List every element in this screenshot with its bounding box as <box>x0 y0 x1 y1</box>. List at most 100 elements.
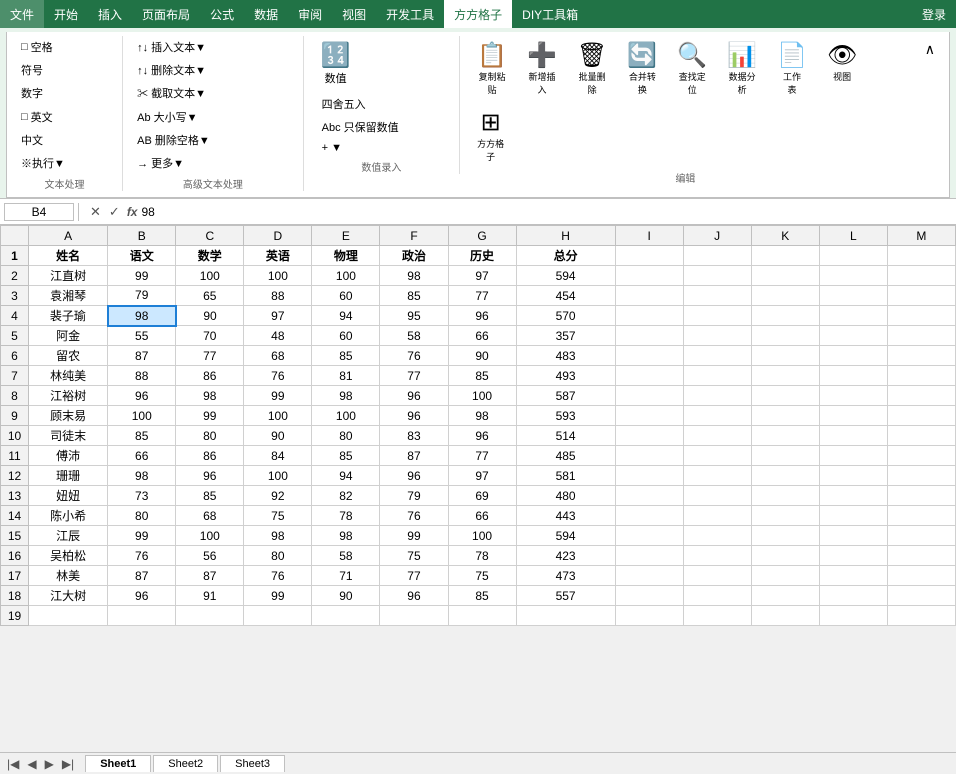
table-cell[interactable] <box>887 566 955 586</box>
table-cell[interactable]: 陈小希 <box>29 506 108 526</box>
table-cell[interactable]: 80 <box>108 506 176 526</box>
table-cell[interactable]: 85 <box>312 346 380 366</box>
table-cell[interactable]: 66 <box>448 506 516 526</box>
table-cell[interactable]: 97 <box>448 466 516 486</box>
col-header-K[interactable]: K <box>751 226 819 246</box>
btn-number-text[interactable]: 数字 <box>15 82 59 104</box>
table-cell[interactable]: 85 <box>108 426 176 446</box>
table-cell[interactable]: 65 <box>176 286 244 306</box>
menu-review[interactable]: 审阅 <box>288 0 332 28</box>
table-cell[interactable]: 吴柏松 <box>29 546 108 566</box>
table-cell[interactable]: 87 <box>380 446 448 466</box>
table-cell[interactable]: 87 <box>176 566 244 586</box>
btn-find-locate[interactable]: 🔍 查找定位 <box>668 36 716 101</box>
table-cell[interactable] <box>819 586 887 606</box>
table-cell[interactable] <box>751 606 819 626</box>
table-cell[interactable]: 林纯美 <box>29 366 108 386</box>
table-cell[interactable]: 76 <box>108 546 176 566</box>
table-cell[interactable] <box>615 426 683 446</box>
table-cell[interactable] <box>819 286 887 306</box>
menu-view[interactable]: 视图 <box>332 0 376 28</box>
table-cell[interactable] <box>683 286 751 306</box>
table-cell[interactable] <box>615 406 683 426</box>
table-cell[interactable]: 79 <box>108 286 176 306</box>
table-cell[interactable] <box>683 526 751 546</box>
formula-input[interactable] <box>141 205 952 219</box>
btn-execute[interactable]: ※执行▼ <box>15 152 71 174</box>
table-cell[interactable]: 100 <box>108 406 176 426</box>
sheet-tab-2[interactable]: Sheet2 <box>153 755 218 772</box>
table-cell[interactable]: 96 <box>108 386 176 406</box>
sheet-nav-next[interactable]: ▶ <box>42 757 57 771</box>
table-cell[interactable] <box>683 246 751 266</box>
table-cell[interactable] <box>29 606 108 626</box>
table-cell[interactable]: 政治 <box>380 246 448 266</box>
menu-dev-tools[interactable]: 开发工具 <box>376 0 444 28</box>
sheet-nav-last[interactable]: ▶| <box>59 757 77 771</box>
col-header-F[interactable]: F <box>380 226 448 246</box>
table-cell[interactable]: 96 <box>108 586 176 606</box>
table-cell[interactable] <box>615 586 683 606</box>
table-cell[interactable] <box>887 386 955 406</box>
btn-copy-paste[interactable]: 📋 复制粘贴 <box>468 36 516 101</box>
table-cell[interactable]: 84 <box>244 446 312 466</box>
table-cell[interactable] <box>615 606 683 626</box>
table-cell[interactable]: 55 <box>108 326 176 346</box>
table-cell[interactable]: 75 <box>380 546 448 566</box>
btn-merge-convert[interactable]: 🔄 合并转换 <box>618 36 666 101</box>
table-cell[interactable] <box>887 546 955 566</box>
table-cell[interactable] <box>751 426 819 446</box>
table-cell[interactable] <box>751 486 819 506</box>
table-cell[interactable]: 423 <box>516 546 615 566</box>
table-cell[interactable] <box>615 306 683 326</box>
table-cell[interactable] <box>819 386 887 406</box>
table-cell[interactable]: 98 <box>448 406 516 426</box>
table-cell[interactable]: 98 <box>312 386 380 406</box>
table-cell[interactable] <box>887 486 955 506</box>
sheet-nav-first[interactable]: |◀ <box>4 757 22 771</box>
table-cell[interactable] <box>819 506 887 526</box>
table-cell[interactable]: 90 <box>312 586 380 606</box>
table-cell[interactable] <box>887 286 955 306</box>
table-cell[interactable] <box>887 526 955 546</box>
btn-insert-text[interactable]: ↑↓ 插入文本▼ <box>131 36 212 58</box>
table-cell[interactable] <box>683 506 751 526</box>
table-cell[interactable]: 77 <box>176 346 244 366</box>
table-cell[interactable]: 75 <box>244 506 312 526</box>
table-cell[interactable]: 80 <box>176 426 244 446</box>
table-cell[interactable]: 留农 <box>29 346 108 366</box>
table-cell[interactable] <box>887 306 955 326</box>
table-cell[interactable] <box>887 606 955 626</box>
cancel-formula-btn[interactable]: ✕ <box>87 204 104 220</box>
table-cell[interactable] <box>751 346 819 366</box>
table-cell[interactable] <box>615 246 683 266</box>
table-cell[interactable] <box>615 446 683 466</box>
table-cell[interactable]: 56 <box>176 546 244 566</box>
menu-file[interactable]: 文件 <box>0 0 44 28</box>
table-cell[interactable] <box>615 346 683 366</box>
table-cell[interactable]: 79 <box>380 486 448 506</box>
table-cell[interactable]: 98 <box>176 386 244 406</box>
table-cell[interactable]: 江裕树 <box>29 386 108 406</box>
table-cell[interactable]: 98 <box>312 526 380 546</box>
btn-worksheet[interactable]: 📄 工作表 <box>768 36 816 101</box>
table-cell[interactable] <box>615 526 683 546</box>
table-cell[interactable]: 473 <box>516 566 615 586</box>
table-cell[interactable]: 77 <box>380 366 448 386</box>
table-cell[interactable] <box>615 286 683 306</box>
table-cell[interactable]: 76 <box>244 366 312 386</box>
sheet-nav-prev[interactable]: ◀ <box>24 757 39 771</box>
table-cell[interactable] <box>683 546 751 566</box>
sheet-tab-1[interactable]: Sheet1 <box>85 755 151 772</box>
table-cell[interactable] <box>819 346 887 366</box>
table-cell[interactable]: 90 <box>244 426 312 446</box>
table-cell[interactable] <box>683 306 751 326</box>
table-cell[interactable] <box>887 406 955 426</box>
btn-case[interactable]: Ab 大小写▼ <box>131 106 216 128</box>
table-cell[interactable] <box>887 326 955 346</box>
table-cell[interactable]: 98 <box>108 466 176 486</box>
table-cell[interactable]: 顾末易 <box>29 406 108 426</box>
table-cell[interactable] <box>819 246 887 266</box>
col-header-B[interactable]: B <box>108 226 176 246</box>
table-cell[interactable]: 58 <box>312 546 380 566</box>
